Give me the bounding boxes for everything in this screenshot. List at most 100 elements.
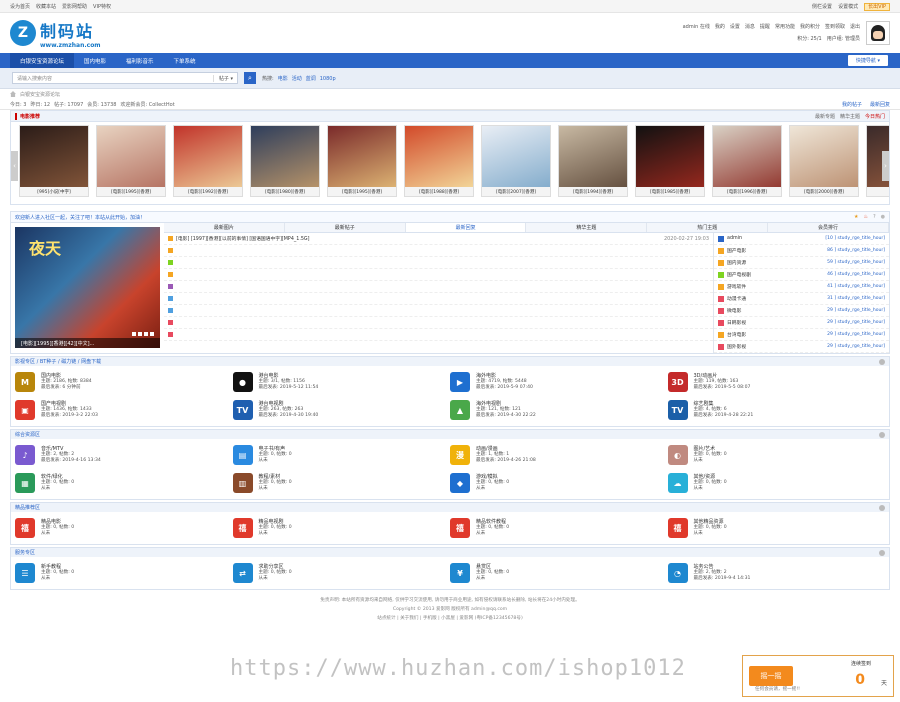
forum-item[interactable]: 禧精品电视剧 主题: 0, 帖数: 0 从未: [232, 514, 451, 542]
forum-item[interactable]: ▲ 海外电视剧 主题: 121, 帖数: 121 最后发表: 2019-4-30 22…: [450, 396, 668, 424]
forum-item[interactable]: ▦ 软件/绿化 主题: 0, 帖数: 0 从未: [15, 469, 233, 497]
forum-icon[interactable]: ◔: [667, 563, 688, 583]
forum-icon[interactable]: 禧: [15, 518, 35, 538]
user-menu-item[interactable]: 消息: [745, 24, 755, 30]
notice-text[interactable]: 欢迎新人进入社区一起，关注了吧！本站从此开始，加油！: [15, 214, 145, 221]
hot-keyword[interactable]: 1080p: [320, 76, 336, 82]
featured-poster[interactable]: 夜天 [电影][1995][香港][42][中文]...: [15, 227, 160, 348]
forum-icon[interactable]: 禧: [667, 518, 688, 538]
forum-icon[interactable]: ☁: [667, 473, 688, 493]
search-scope-select[interactable]: 帖子 ▾: [212, 74, 233, 82]
forum-item[interactable]: ▥ 教程/素材 主题: 0, 帖数: 0 从未: [232, 469, 451, 497]
forum-icon[interactable]: ◆: [450, 473, 470, 493]
list-item[interactable]: [164, 257, 713, 269]
rank-item[interactable]: 国产电影 86 ] study_rge_title_hour]: [714, 245, 889, 257]
forum-item[interactable]: ¥ 悬赏区 主题: 0, 帖数: 0 从未: [450, 559, 668, 587]
rank-item[interactable]: 国产电视剧 46 ] study_rge_title_hour]: [714, 269, 889, 281]
rank-item[interactable]: 游戏软件 41 ] study_rge_title_hour]: [714, 281, 889, 293]
quick-nav-button[interactable]: 快捷导航 ▾: [847, 55, 888, 66]
tab[interactable]: 会员排行: [768, 223, 889, 232]
forum-icon[interactable]: ▤: [232, 445, 253, 465]
tab[interactable]: 最新回复: [405, 223, 527, 232]
forum-icon[interactable]: ▲: [450, 400, 470, 420]
breadcrumb-current[interactable]: 白银安宝资源论坛: [20, 91, 60, 98]
search-button[interactable]: ⌕: [244, 72, 256, 84]
forum-icon[interactable]: ▦: [15, 473, 35, 493]
forum-item[interactable]: ◐ 图片/艺术 主题: 0, 帖数: 0 从未: [667, 441, 886, 469]
tab[interactable]: 最新图片: [164, 223, 285, 232]
forum-item[interactable]: TV 港台电视剧 主题: 263, 帖数: 263 最后发表: 2019-4-30 1…: [232, 396, 451, 424]
section-title[interactable]: 影视专区 / BT种子 / 磁力链 / 网盘下载: [15, 358, 101, 365]
rank-name[interactable]: admin: [727, 236, 742, 241]
user-menu-item[interactable]: 常用功能: [775, 24, 795, 30]
forum-item[interactable]: TV 综艺剧集 主题: 4, 帖数: 6 最后发表: 2019-4-28 22:21: [667, 396, 886, 424]
movie-filter-link[interactable]: 最新专题: [815, 114, 835, 120]
forum-item[interactable]: ▣ 国产电视剧 主题: 1436, 帖数: 1433 最后发表: 2019-3-2 2…: [15, 396, 233, 424]
forum-item[interactable]: ☁ 其他/资源 主题: 0, 帖数: 0 从未: [667, 469, 886, 497]
forum-icon[interactable]: TV: [232, 400, 253, 420]
movie-poster[interactable]: [电影][2000][香港]: [789, 125, 859, 197]
avatar[interactable]: [866, 21, 890, 45]
nav-item[interactable]: 下单系统: [164, 53, 206, 68]
movie-poster[interactable]: [电影][1992][香港]: [173, 125, 243, 197]
list-item[interactable]: [164, 269, 713, 281]
list-item[interactable]: [164, 293, 713, 305]
section-title[interactable]: 精品推荐区: [15, 504, 40, 511]
tab[interactable]: 最新帖子: [285, 223, 406, 232]
user-menu-item[interactable]: 我的积分: [800, 24, 820, 30]
rank-name[interactable]: 国产电视剧: [727, 271, 751, 278]
movie-filter-link[interactable]: 今日热门: [865, 114, 885, 120]
forum-item[interactable]: 3D 3D/动画片 主题: 119, 帖数: 163 最后发表: 2019-5-5 0…: [667, 368, 886, 396]
forum-item[interactable]: ◆ 游戏/模拟 主题: 0, 帖数: 0 从未: [450, 469, 668, 497]
rank-item[interactable]: 台湾电影 29 ] study_rge_title_hour]: [714, 329, 889, 341]
forum-item[interactable]: ⇄ 求助分享区 主题: 0, 帖数: 0 从未: [232, 559, 451, 587]
nav-item[interactable]: 福利影音乐: [116, 53, 164, 68]
fire-icon[interactable]: ♨: [863, 214, 867, 220]
forum-item[interactable]: ◔ 站务公告 主题: 2, 帖数: 2 最后发表: 2019-9-4 14:31: [667, 559, 886, 587]
rank-name[interactable]: 游戏软件: [727, 283, 746, 290]
rank-name[interactable]: 动漫卡通: [727, 295, 746, 302]
user-menu-item[interactable]: 我的: [715, 24, 725, 30]
next-arrow-icon[interactable]: ›: [882, 151, 889, 181]
shake-button[interactable]: 摇一摇: [749, 666, 793, 686]
forum-item[interactable]: 禧精品软件教程 主题: 0, 帖数: 0 从未: [450, 514, 668, 542]
forum-item[interactable]: ▶ 海外电影 主题: 4719, 帖数: 5448 最后发表: 2019-5-9 07…: [450, 368, 668, 396]
forum-icon[interactable]: ▶: [450, 372, 470, 392]
forum-icon[interactable]: M: [15, 372, 35, 392]
movie-poster[interactable]: [电影][2007][香港]: [481, 125, 551, 197]
forum-icon[interactable]: ▥: [232, 473, 253, 493]
top-right-link[interactable]: 设置模式: [838, 4, 858, 10]
forum-icon[interactable]: 禧: [232, 518, 253, 538]
collapse-icon[interactable]: [879, 504, 885, 511]
movie-poster[interactable]: [电影][1995][香港]: [327, 125, 397, 197]
forum-item[interactable]: ♪ 音乐/MTV 主题: 2, 帖数: 2 最后发表: 2019-4-16 13:34: [15, 441, 233, 469]
rank-item[interactable]: 微电影 29 ] study_rge_title_hour]: [714, 305, 889, 317]
search-input[interactable]: 请输入搜索内容 帖子 ▾: [12, 72, 238, 84]
forum-item[interactable]: M 国内电影 主题: 2186, 帖数: 8384 最后发表: 6 分钟前: [15, 368, 233, 396]
forum-icon[interactable]: ¥: [450, 563, 470, 583]
home-icon[interactable]: [10, 91, 16, 97]
forum-icon[interactable]: 禧: [450, 518, 470, 538]
user-menu-item[interactable]: 退出: [850, 24, 860, 30]
rank-name[interactable]: 国产电影: [727, 247, 746, 254]
rank-item[interactable]: admin [10 ] study_rge_title_hour]: [714, 233, 889, 245]
tab[interactable]: 热门主题: [647, 223, 769, 232]
stat-link[interactable]: 我的帖子: [842, 102, 862, 108]
rank-name[interactable]: 台湾电影: [727, 331, 746, 338]
section-title[interactable]: 综合资源区: [15, 431, 40, 438]
rank-item[interactable]: 国内资源 59 ] study_rge_title_hour]: [714, 257, 889, 269]
vip-badge[interactable]: 长出VIP: [864, 2, 890, 11]
forum-icon[interactable]: TV: [667, 400, 688, 420]
forum-icon[interactable]: 漫: [450, 445, 470, 465]
nav-item[interactable]: 国内电影: [74, 53, 116, 68]
list-item[interactable]: [164, 245, 713, 257]
movie-poster[interactable]: [电影][1988][香港]: [404, 125, 474, 197]
list-item[interactable]: [164, 329, 713, 341]
rank-name[interactable]: 微电影: [727, 307, 741, 314]
forum-item[interactable]: ☰ 新手教程 主题: 0, 帖数: 0 从未: [15, 559, 233, 587]
stat-link[interactable]: 最新回复: [870, 102, 890, 108]
help-icon[interactable]: ?: [873, 214, 876, 220]
top-link[interactable]: 爱影网帮助: [62, 4, 87, 10]
rank-item[interactable]: 动漫卡通 31 ] study_rge_title_hour]: [714, 293, 889, 305]
movie-poster[interactable]: [995]小说[中字]: [19, 125, 89, 197]
